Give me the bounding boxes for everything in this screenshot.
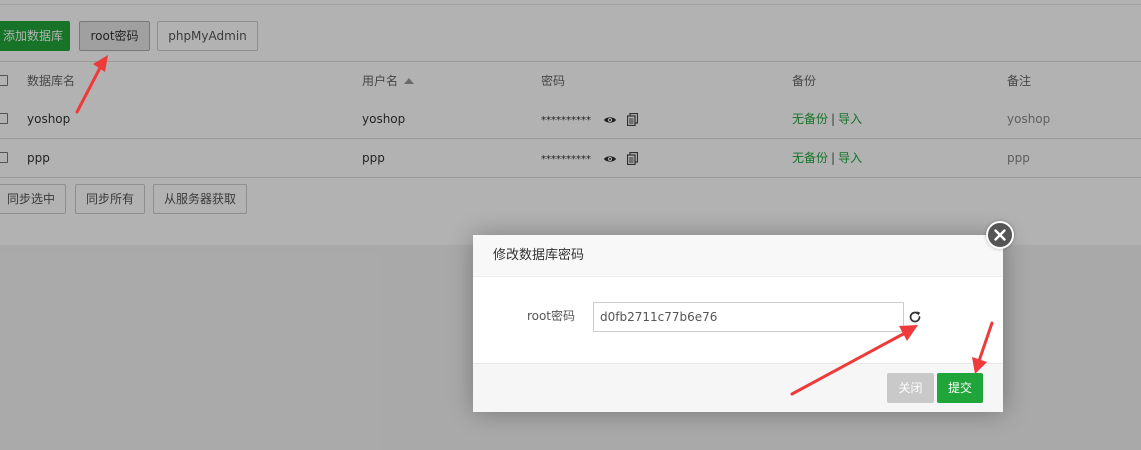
refresh-icon[interactable] — [907, 309, 923, 325]
root-password-input[interactable] — [593, 302, 904, 332]
submit-button[interactable]: 提交 — [937, 373, 983, 403]
close-cross-icon — [994, 229, 1006, 241]
dialog-title: 修改数据库密码 — [493, 248, 585, 263]
dialog-footer: 关闭 提交 — [473, 363, 1003, 412]
change-db-password-dialog: 修改数据库密码 root密码 关闭 提交 — [473, 221, 1014, 412]
close-icon[interactable] — [986, 221, 1014, 249]
root-password-label: root密码 — [526, 309, 575, 323]
dialog-header: 修改数据库密码 — [473, 235, 1003, 277]
close-button[interactable]: 关闭 — [887, 373, 934, 403]
